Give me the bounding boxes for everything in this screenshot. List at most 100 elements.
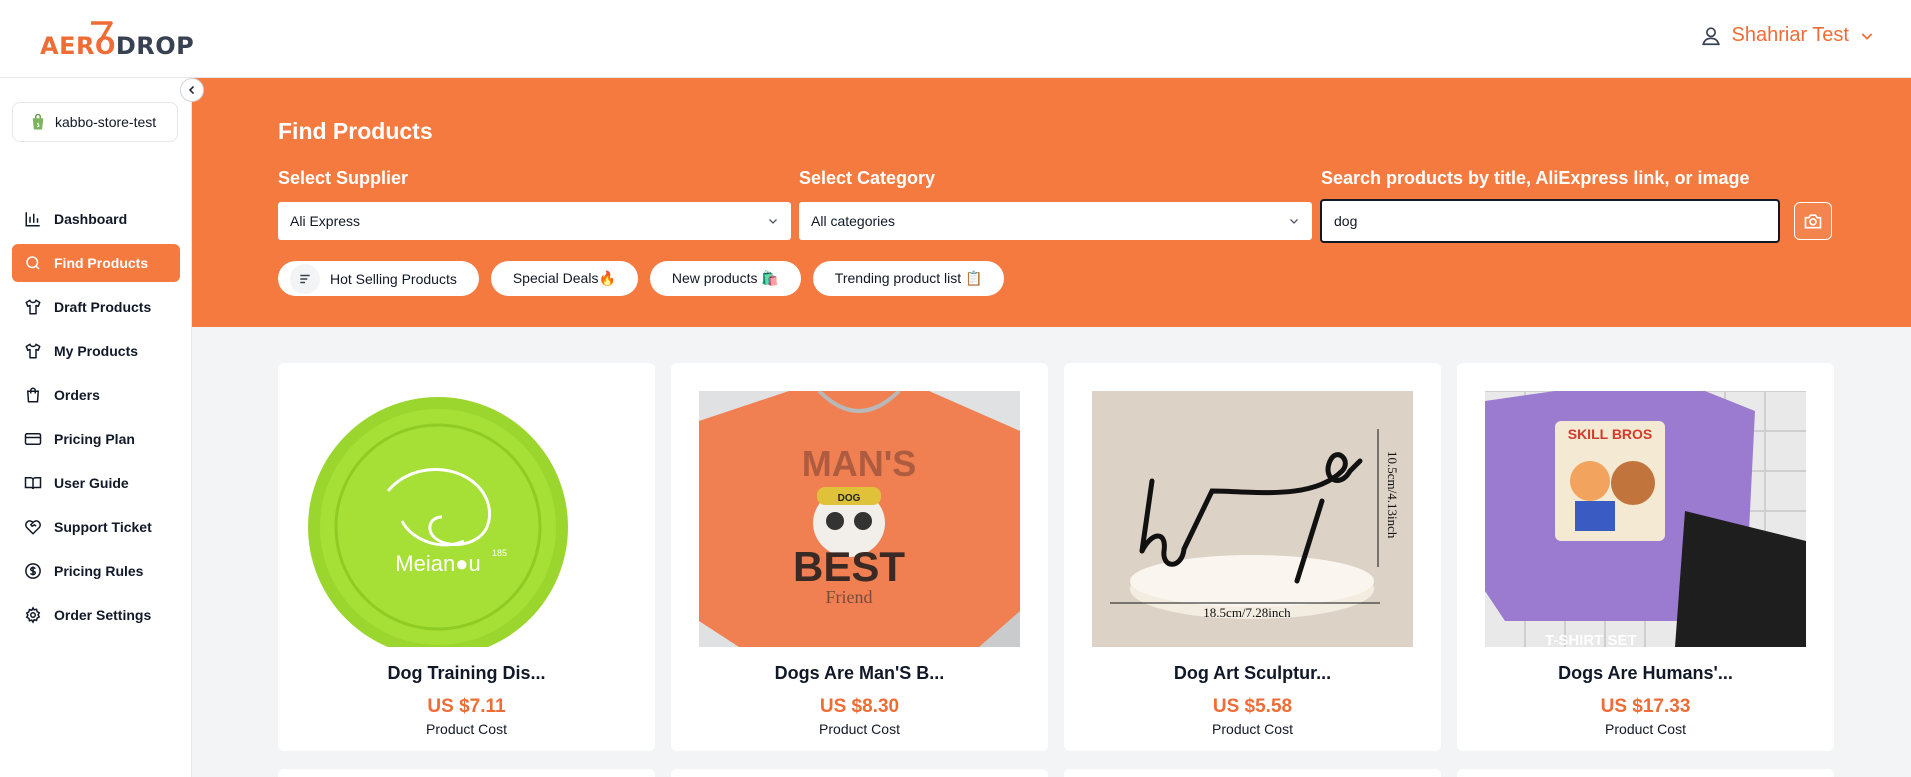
set-footer-text: T-SHIRT SET	[1545, 632, 1637, 647]
bar-chart-icon	[25, 212, 40, 227]
chip-special-deals[interactable]: Special Deals🔥	[490, 261, 638, 296]
page-title: Find Products	[278, 118, 433, 144]
shopify-bag-icon	[32, 113, 44, 130]
list-filter-icon	[290, 263, 320, 294]
sidebar-item-pricing-rules[interactable]: Pricing Rules	[12, 552, 180, 590]
tshirt-cap-text: DOG	[838, 493, 861, 504]
camera-icon	[1804, 214, 1822, 229]
product-image: MAN'S DOG BEST Friend	[699, 391, 1020, 647]
sidebar-item-draft-products[interactable]: Draft Products	[12, 288, 180, 326]
product-cost-label: Product Cost	[819, 721, 900, 737]
product-price: US $17.33	[1600, 696, 1691, 717]
chevron-left-icon	[188, 85, 195, 95]
aerodrop-logo[interactable]: AERODROP	[40, 20, 194, 60]
sidebar-item-find-products[interactable]: Find Products	[12, 244, 180, 282]
store-selector[interactable]: kabbo-store-test	[12, 102, 178, 142]
product-card[interactable]: Meian●u 185 Dog Training Dis... US $7.11…	[278, 363, 655, 751]
product-name: Dog Art Sculptur...	[1173, 663, 1332, 683]
sidebar-item-dashboard[interactable]: Dashboard	[12, 200, 180, 238]
sidebar-item-label: Orders	[54, 387, 100, 403]
tshirt-text-best: BEST	[793, 543, 905, 590]
chevron-down-icon	[1861, 32, 1873, 40]
sidebar-item-label: Dashboard	[54, 211, 128, 227]
set-title-text: SKILL BROS	[1568, 426, 1653, 442]
sidebar-item-label: User Guide	[54, 475, 129, 491]
sidebar-item-orders[interactable]: Orders	[12, 376, 180, 414]
chevron-down-icon	[769, 219, 777, 224]
seven-mark-icon	[91, 21, 113, 43]
chip-hot-selling[interactable]: Hot Selling Products	[278, 261, 479, 296]
dollar-circle-icon	[25, 563, 41, 579]
product-card-partial[interactable]	[1457, 769, 1834, 777]
shopping-bag-icon	[26, 387, 40, 403]
product-name: Dog Training Dis...	[387, 663, 546, 683]
chip-label: Hot Selling Products	[330, 270, 457, 287]
heart-handshake-icon	[25, 520, 41, 535]
tshirt-text-friend: Friend	[826, 587, 873, 607]
supplier-select[interactable]: Ali Express	[278, 202, 791, 240]
frisbee-brand-text: Meian●u	[395, 551, 480, 576]
chip-label: New products 🛍️	[671, 270, 779, 286]
logo-text-drop: DROP	[115, 32, 195, 60]
product-price: US $5.58	[1212, 696, 1293, 717]
chip-new-products[interactable]: New products 🛍️	[649, 261, 801, 296]
gear-icon	[25, 606, 41, 624]
category-value: All categories	[811, 213, 896, 229]
sidebar-nav: Dashboard Find Products Draft Products M…	[12, 200, 180, 640]
find-products-panel: Find Products Select Supplier Ali Expres…	[192, 78, 1911, 327]
product-card[interactable]: 18.5cm/7.28inch 10.5cm/4.13inch Dog Art …	[1064, 363, 1441, 751]
supplier-value: Ali Express	[290, 213, 361, 229]
book-icon	[24, 477, 42, 490]
product-card[interactable]: MAN'S DOG BEST Friend Dogs Are Man'S B..…	[671, 363, 1048, 751]
sidebar-item-label: Draft Products	[54, 299, 152, 315]
user-menu[interactable]: Shahriar Test	[1700, 24, 1875, 47]
user-icon	[1701, 26, 1720, 45]
sidebar-item-user-guide[interactable]: User Guide	[12, 464, 180, 502]
sidebar: kabbo-store-test Dashboard Find Products…	[0, 78, 192, 777]
product-image: Meian●u 185	[306, 391, 627, 647]
sculpture-height-text: 10.5cm/4.13inch	[1385, 451, 1400, 539]
sidebar-item-order-settings[interactable]: Order Settings	[12, 596, 180, 634]
quick-filter-chips: Hot Selling Products Special Deals🔥 New …	[278, 261, 1005, 296]
product-image: 18.5cm/7.28inch 10.5cm/4.13inch	[1092, 391, 1413, 647]
tshirt-text-mans: MAN'S	[802, 443, 917, 484]
image-search-button[interactable]	[1794, 202, 1832, 240]
store-name: kabbo-store-test	[55, 114, 157, 130]
sidebar-collapse-button[interactable]	[180, 78, 204, 102]
chip-label: Special Deals🔥	[512, 270, 616, 286]
product-image: SKILL BROS T-SHIRT SET	[1485, 391, 1806, 647]
shirt-icon	[25, 343, 41, 359]
frisbee-size-text: 185	[492, 548, 507, 558]
search-input[interactable]	[1320, 199, 1780, 243]
chevron-down-icon	[1290, 219, 1298, 224]
product-card-partial[interactable]	[1064, 769, 1441, 777]
user-name: Shahriar Test	[1731, 24, 1849, 46]
search-icon	[26, 256, 40, 270]
chip-label: Trending product list 📋	[834, 270, 983, 286]
credit-card-icon	[24, 433, 42, 445]
sidebar-item-label: My Products	[54, 343, 139, 359]
sidebar-item-pricing-plan[interactable]: Pricing Plan	[12, 420, 180, 458]
product-cost-label: Product Cost	[1212, 721, 1293, 737]
shirt-icon	[25, 299, 41, 315]
product-card-partial[interactable]	[278, 769, 655, 777]
category-label: Select Category	[799, 168, 936, 188]
product-name: Dogs Are Humans'...	[1558, 663, 1733, 683]
chip-trending-list[interactable]: Trending product list 📋	[812, 261, 1005, 296]
product-card[interactable]: SKILL BROS T-SHIRT SET Dogs Are Humans'.…	[1457, 363, 1834, 751]
category-select[interactable]: All categories	[799, 202, 1312, 240]
product-cost-label: Product Cost	[1605, 721, 1686, 737]
sidebar-item-label: Pricing Rules	[54, 563, 144, 579]
sidebar-item-label: Find Products	[54, 255, 149, 271]
product-card-partial[interactable]	[671, 769, 1048, 777]
product-name: Dogs Are Man'S B...	[774, 663, 945, 683]
supplier-label: Select Supplier	[278, 168, 409, 188]
sidebar-item-support-ticket[interactable]: Support Ticket	[12, 508, 180, 546]
main-content: Find Products Select Supplier Ali Expres…	[192, 78, 1911, 777]
sculpture-width-text: 18.5cm/7.28inch	[1203, 605, 1291, 620]
sidebar-item-label: Support Ticket	[54, 519, 152, 535]
sidebar-item-my-products[interactable]: My Products	[12, 332, 180, 370]
product-cost-label: Product Cost	[426, 721, 507, 737]
sidebar-item-label: Order Settings	[54, 607, 152, 623]
product-price: US $8.30	[819, 696, 900, 717]
